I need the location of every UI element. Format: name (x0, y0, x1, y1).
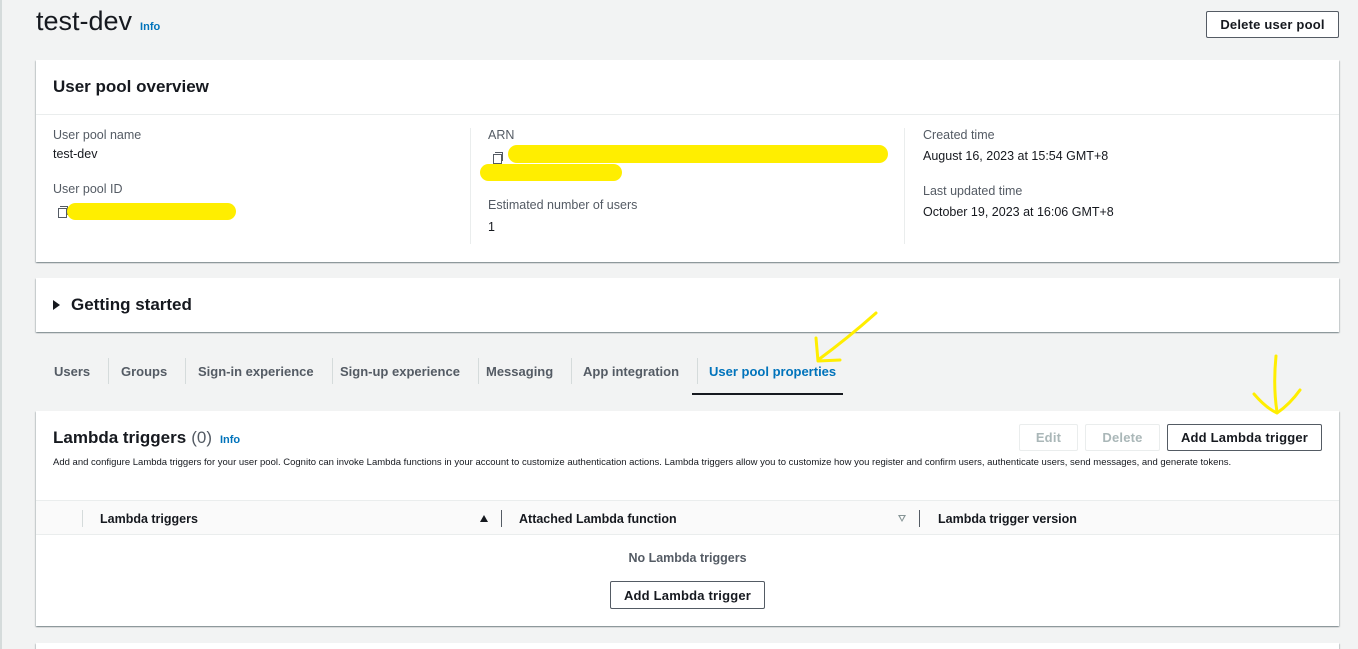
tab-bar: Users Groups Sign-in experience Sign-up … (36, 346, 1339, 396)
page-title: test-dev (36, 6, 133, 36)
empty-state-add-lambda-trigger-button[interactable]: Add Lambda trigger (610, 581, 765, 609)
overview-column-2: ARN Estimated number of users 1 (470, 128, 904, 244)
users-label: Estimated number of users (488, 198, 638, 212)
pool-id-row (53, 202, 453, 220)
users-value: 1 (488, 220, 495, 234)
overview-column-3: Created time August 16, 2023 at 15:54 GM… (904, 128, 1324, 244)
left-edge-divider (0, 0, 2, 649)
active-tab-indicator (692, 393, 843, 395)
delete-trigger-button[interactable]: Delete (1085, 424, 1160, 451)
tab-sign-up-experience[interactable]: Sign-up experience (322, 358, 479, 384)
tab-users[interactable]: Users (36, 358, 110, 384)
redacted-pool-id (67, 203, 236, 220)
arn-row-2 (480, 164, 904, 186)
lambda-count: (0) (191, 428, 212, 447)
next-section-card (36, 643, 1339, 649)
column-resize-handle[interactable] (919, 510, 920, 527)
redacted-arn-line-1 (508, 145, 888, 163)
created-time-label: Created time (923, 128, 995, 142)
delete-user-pool-button[interactable]: Delete user pool (1206, 11, 1339, 38)
overview-column-1: User pool name test-dev User pool ID (53, 128, 453, 244)
column-header-attached-function[interactable]: Attached Lambda function (519, 501, 677, 536)
pool-id-label: User pool ID (53, 182, 123, 196)
column-header-lambda-triggers[interactable]: Lambda triggers (100, 501, 198, 536)
overview-header: User pool overview (36, 60, 1339, 115)
table-header: Lambda triggers Attached Lambda function… (36, 500, 1339, 535)
add-lambda-trigger-button[interactable]: Add Lambda trigger (1167, 424, 1322, 451)
page-header: test-dev Info (36, 6, 160, 42)
user-pool-overview-card: User pool overview User pool name test-d… (36, 60, 1339, 262)
page: test-dev Info Delete user pool User pool… (0, 0, 1358, 649)
tab-groups[interactable]: Groups (103, 358, 187, 384)
page-info-link[interactable]: Info (140, 21, 160, 33)
empty-state-text: No Lambda triggers (628, 551, 747, 565)
sort-descending-icon[interactable] (898, 515, 906, 522)
lambda-title: Lambda triggers (53, 428, 187, 447)
overview-title: User pool overview (53, 77, 209, 96)
column-header-trigger-version[interactable]: Lambda trigger version (938, 501, 1077, 536)
updated-time-label: Last updated time (923, 184, 1023, 198)
column-divider (82, 510, 83, 527)
lambda-title-row: Lambda triggers (0) Info (53, 428, 240, 448)
pool-name-value: test-dev (53, 147, 98, 161)
caret-right-icon (53, 300, 60, 310)
column-resize-handle[interactable] (501, 510, 502, 527)
lambda-triggers-card: Lambda triggers (0) Info Add and configu… (36, 411, 1339, 626)
sort-ascending-icon[interactable] (480, 515, 488, 522)
arn-label: ARN (488, 128, 515, 142)
edit-button[interactable]: Edit (1019, 424, 1078, 451)
getting-started-expandable[interactable]: Getting started (36, 278, 1339, 332)
tab-messaging[interactable]: Messaging (468, 358, 573, 384)
getting-started-title: Getting started (71, 295, 192, 314)
copy-icon[interactable] (493, 151, 503, 164)
updated-time-value: October 19, 2023 at 16:06 GMT+8 (923, 205, 1114, 219)
redacted-arn-line-2 (480, 164, 622, 181)
lambda-info-link[interactable]: Info (220, 434, 240, 446)
tab-sign-in-experience[interactable]: Sign-in experience (180, 358, 333, 384)
tab-user-pool-properties[interactable]: User pool properties (691, 358, 854, 384)
created-time-value: August 16, 2023 at 15:54 GMT+8 (923, 149, 1109, 163)
pool-name-label: User pool name (53, 128, 142, 142)
lambda-description: Add and configure Lambda triggers for yo… (53, 457, 1232, 468)
tab-app-integration[interactable]: App integration (565, 358, 699, 384)
